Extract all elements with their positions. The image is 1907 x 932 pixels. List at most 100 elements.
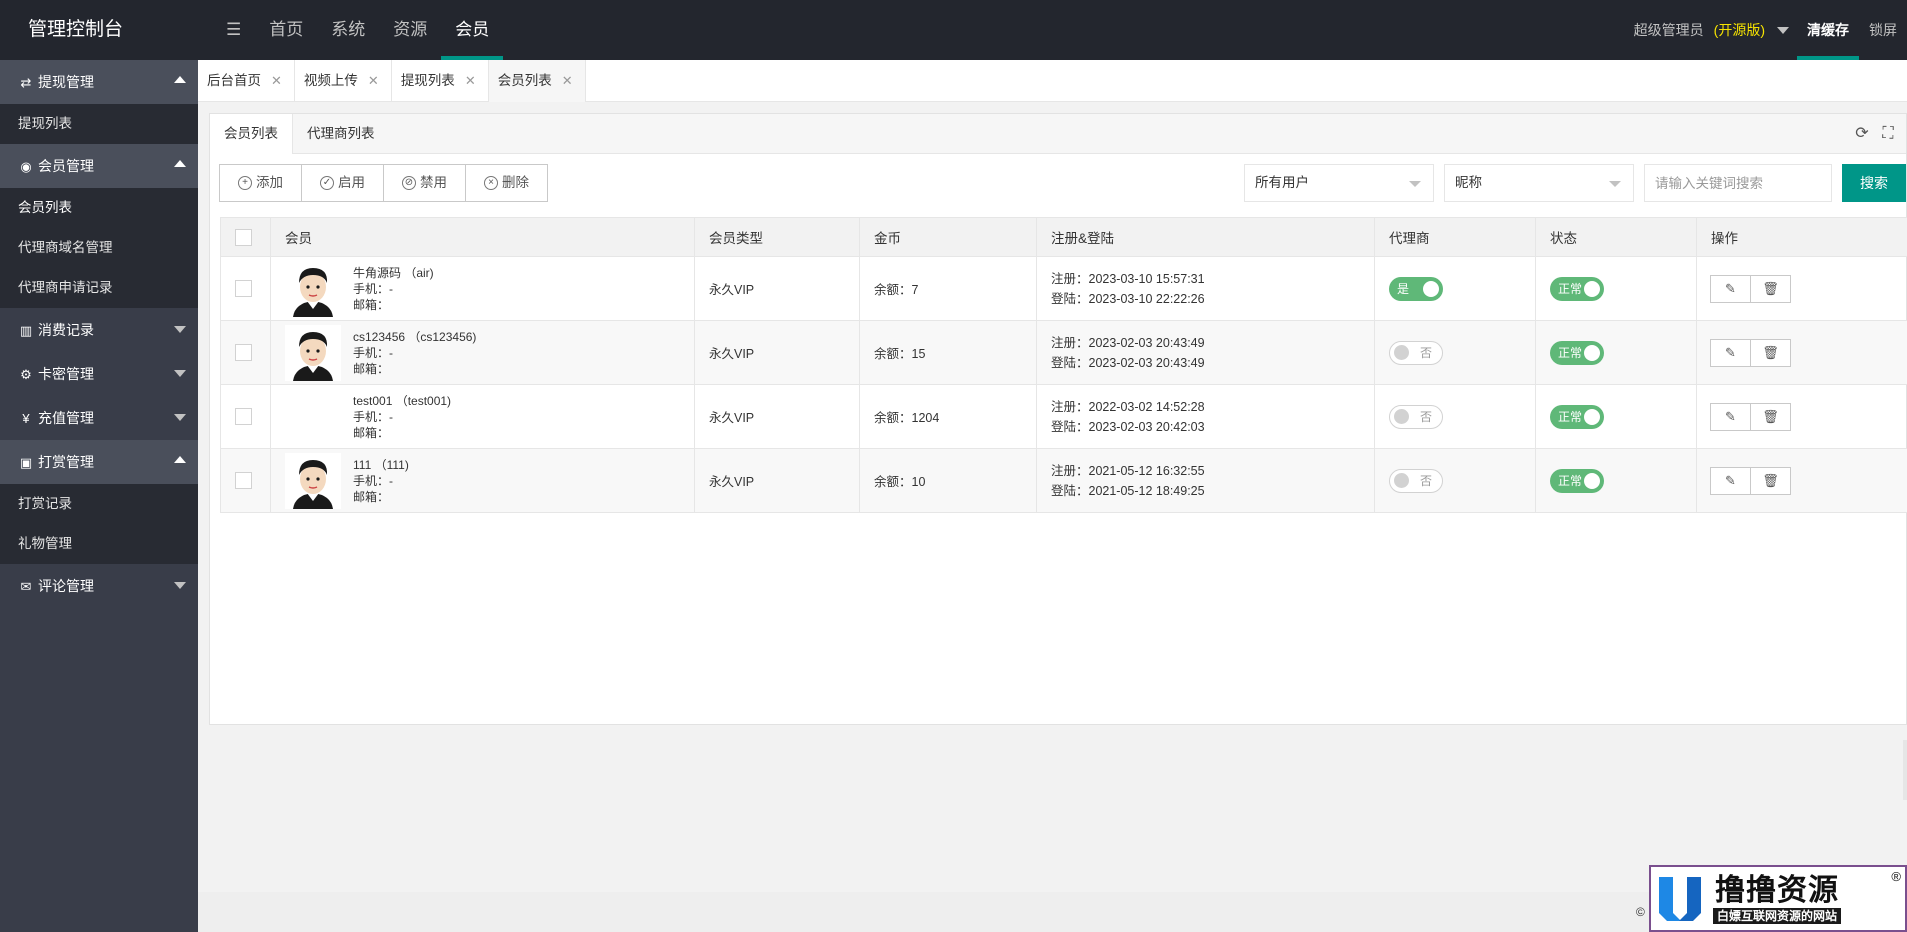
nav-member[interactable]: 会员	[441, 0, 504, 60]
member-phone: 手机：-	[353, 473, 393, 488]
member-details: test001 （test001) 手机：- 邮箱：	[353, 393, 451, 441]
user-menu[interactable]: 超级管理员 (开源版)	[1634, 20, 1765, 40]
menu-head-comment[interactable]: ✉ 评论管理	[0, 564, 198, 608]
row-checkbox[interactable]	[235, 344, 252, 361]
tab-member-list[interactable]: 会员列表 ✕	[488, 60, 586, 102]
tab-video-upload[interactable]: 视频上传 ✕	[295, 60, 392, 102]
field-select[interactable]: 昵称	[1444, 164, 1634, 202]
status-toggle[interactable]: 正常	[1550, 468, 1604, 493]
member-type: 永久VIP	[694, 384, 860, 449]
row-checkbox[interactable]	[235, 472, 252, 489]
reg-login-info: 注册：2021-05-12 16:32:55 登陆：2021-05-12 18:4…	[1051, 461, 1360, 501]
register-time: 注册：2023-03-10 15:57:31	[1051, 271, 1205, 286]
delete-row-button[interactable]: 🗑	[1750, 402, 1791, 431]
col-member: 会员	[270, 217, 695, 257]
sidebar-item-agent-apply[interactable]: 代理商申请记录	[0, 268, 198, 308]
actions-cell: ✎ 🗑	[1696, 384, 1907, 449]
nav-resource[interactable]: 资源	[379, 0, 441, 60]
row-checkbox[interactable]	[235, 408, 252, 425]
delete-row-button[interactable]: 🗑	[1750, 338, 1791, 367]
member-cell: test001 （test001) 手机：- 邮箱：	[270, 384, 695, 449]
refresh-icon[interactable]: ⟳	[1852, 124, 1872, 144]
sidebar-item-agent-domain[interactable]: 代理商域名管理	[0, 228, 198, 268]
subtab-member-list[interactable]: 会员列表	[210, 114, 293, 154]
nav-system[interactable]: 系统	[317, 0, 379, 60]
chevron-down-icon[interactable]	[1777, 26, 1789, 34]
member-phone: 手机：-	[353, 281, 393, 296]
chevron-up-icon	[174, 76, 186, 83]
chevron-down-icon	[174, 370, 186, 377]
menu-toggle-icon[interactable]: ☰	[212, 0, 255, 60]
edit-button[interactable]: ✎	[1710, 338, 1751, 367]
fullscreen-icon[interactable]: ⛶	[1878, 124, 1898, 144]
row-actions: ✎ 🗑	[1710, 402, 1791, 431]
chevron-down-icon	[174, 414, 186, 421]
edit-button[interactable]: ✎	[1710, 402, 1751, 431]
sidebar-item-reward-record[interactable]: 打赏记录	[0, 484, 198, 524]
edit-button[interactable]: ✎	[1710, 274, 1751, 303]
clear-cache-button[interactable]: 清缓存	[1797, 0, 1859, 60]
status-toggle[interactable]: 正常	[1550, 340, 1604, 365]
menu-head-consume[interactable]: ▥ 消费记录	[0, 308, 198, 352]
disable-button[interactable]: ⊘ 禁用	[383, 164, 466, 202]
menu-group-card: ⚙ 卡密管理	[0, 352, 198, 396]
trash-icon: 🗑	[1762, 280, 1779, 296]
agent-toggle[interactable]: 否	[1389, 468, 1443, 493]
close-icon[interactable]: ✕	[271, 60, 282, 102]
member-phone: 手机：-	[353, 409, 393, 424]
close-icon[interactable]: ✕	[368, 60, 379, 102]
money-icon: ▣	[19, 455, 33, 470]
menu-head-member[interactable]: ◉ 会员管理	[0, 144, 198, 188]
close-icon[interactable]: ✕	[465, 60, 476, 102]
user-type-select[interactable]: 所有用户	[1244, 164, 1434, 202]
add-button[interactable]: + 添加	[219, 164, 302, 202]
watermark-logo: 撸撸资源 白嫖互联网资源的网站 ®	[1649, 865, 1907, 932]
enable-button[interactable]: ✓ 启用	[301, 164, 384, 202]
subtab-agent-list[interactable]: 代理商列表	[293, 114, 389, 154]
agent-toggle[interactable]: 否	[1389, 404, 1443, 429]
watermark-text: 撸撸资源 白嫖互联网资源的网站	[1713, 874, 1842, 924]
pencil-icon: ✎	[1725, 344, 1736, 360]
agent-toggle[interactable]: 否	[1389, 340, 1443, 365]
sidebar-item-member-list[interactable]: 会员列表	[0, 188, 198, 228]
tab-withdraw-list[interactable]: 提现列表 ✕	[392, 60, 489, 102]
search-input[interactable]	[1644, 164, 1832, 202]
avatar	[285, 452, 341, 509]
menu-head-withdraw[interactable]: ⇄ 提现管理	[0, 60, 198, 104]
close-icon[interactable]: ✕	[562, 60, 573, 102]
col-coins: 金币	[859, 217, 1037, 257]
bar-chart-icon: ▥	[19, 323, 33, 338]
edit-button[interactable]: ✎	[1710, 466, 1751, 495]
member-table: 会员 会员类型 金币 注册&登陆 代理商 状态 操作 牛角源码 （air) 手机：…	[220, 217, 1907, 513]
lock-screen-button[interactable]: 锁屏	[1859, 0, 1907, 60]
row-select-cell	[220, 448, 271, 513]
search-button[interactable]: 搜索	[1842, 164, 1906, 202]
exchange-icon: ⇄	[20, 75, 32, 90]
chevron-down-icon	[174, 326, 186, 333]
member-name: cs123456 （cs123456)	[353, 329, 477, 344]
menu-head-recharge[interactable]: ¥ 充值管理	[0, 396, 198, 440]
status-toggle[interactable]: 正常	[1550, 276, 1604, 301]
delete-row-button[interactable]: 🗑	[1750, 466, 1791, 495]
scrollbar-hint[interactable]	[1903, 740, 1907, 800]
sidebar-item-withdraw-list[interactable]: 提现列表	[0, 104, 198, 144]
menu-head-label: 评论管理	[38, 578, 94, 594]
menu-head-label: 卡密管理	[38, 366, 94, 382]
delete-button[interactable]: × 删除	[465, 164, 548, 202]
agent-toggle[interactable]: 是	[1389, 276, 1443, 301]
status-toggle[interactable]: 正常	[1550, 404, 1604, 429]
sidebar-item-gift-manage[interactable]: 礼物管理	[0, 524, 198, 564]
row-checkbox[interactable]	[235, 280, 252, 297]
member-cell: cs123456 （cs123456) 手机：- 邮箱：	[270, 320, 695, 385]
tab-home[interactable]: 后台首页 ✕	[198, 60, 295, 102]
menu-head-reward[interactable]: ▣ 打赏管理	[0, 440, 198, 484]
select-all-checkbox[interactable]	[235, 228, 252, 246]
member-email: 邮箱：	[353, 297, 390, 312]
menu-head-card[interactable]: ⚙ 卡密管理	[0, 352, 198, 396]
member-email: 邮箱：	[353, 361, 390, 376]
tab-label: 提现列表	[400, 73, 455, 88]
menu-head-label: 提现管理	[38, 74, 94, 90]
avatar	[285, 324, 341, 381]
delete-row-button[interactable]: 🗑	[1750, 274, 1791, 303]
nav-home[interactable]: 首页	[255, 0, 317, 60]
